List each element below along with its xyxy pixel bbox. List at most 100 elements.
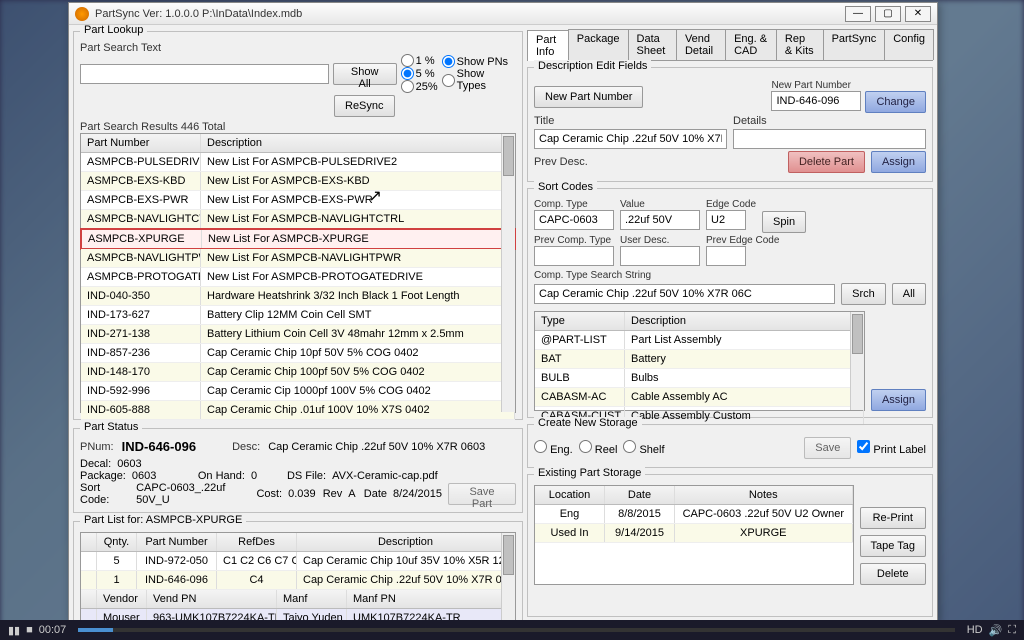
new-part-number-button[interactable]: New Part Number xyxy=(534,86,643,108)
create-storage-group: Create New Storage Eng. Reel Shelf Save … xyxy=(527,424,933,468)
storage-row[interactable]: Used In9/14/2015XPURGE xyxy=(535,524,853,543)
partlist-grid[interactable]: Qnty. Part Number RefDes Description 5IN… xyxy=(80,532,516,621)
show-types-radio[interactable] xyxy=(442,74,455,87)
type-grid[interactable]: Type Description @PART-LISTPart List Ass… xyxy=(534,311,865,411)
quality-badge[interactable]: HD xyxy=(967,624,983,636)
search-label: Part Search Text xyxy=(80,42,516,54)
storage-grid[interactable]: Location Date Notes Eng8/8/2015CAPC-0603… xyxy=(534,485,854,585)
show-all-button[interactable]: Show All xyxy=(333,63,397,85)
col-description[interactable]: Description xyxy=(201,134,515,152)
results-row[interactable]: ASMPCB-NAVLIGHTPWRNew List For ASMPCB-NA… xyxy=(81,249,515,268)
tab-partsync[interactable]: PartSync xyxy=(823,29,886,60)
desc-value: Cap Ceramic Chip .22uf 50V 10% X7R 0603 xyxy=(268,441,485,453)
eng-radio[interactable] xyxy=(534,440,547,453)
results-row[interactable]: ASMPCB-NAVLIGHTCTRLNew List For ASMPCB-N… xyxy=(81,210,515,229)
tab-rep-kits[interactable]: Rep & Kits xyxy=(776,29,824,60)
assign-button[interactable]: Assign xyxy=(871,151,926,173)
storage-row[interactable]: Eng8/8/2015CAPC-0603 .22uf 50V U2 Owner xyxy=(535,505,853,524)
reel-radio[interactable] xyxy=(579,440,592,453)
window-title: PartSync Ver: 1.0.0.0 P:\InData\Index.md… xyxy=(95,8,841,20)
video-progress[interactable] xyxy=(78,628,954,632)
tab-package[interactable]: Package xyxy=(568,29,629,60)
save-part-button[interactable]: Save Part xyxy=(448,483,516,505)
partlist-row[interactable]: 5IND-972-050C1 C2 C6 C7 C8Cap Ceramic Ch… xyxy=(81,552,515,571)
resync-button[interactable]: ReSync xyxy=(334,95,395,117)
srch-button[interactable]: Srch xyxy=(841,283,886,305)
results-row[interactable]: ASMPCB-EXS-PWRNew List For ASMPCB-EXS-PW… xyxy=(81,191,515,210)
type-scrollbar[interactable] xyxy=(850,312,864,410)
newpn-input[interactable] xyxy=(771,91,861,111)
col-type[interactable]: Type xyxy=(535,312,625,330)
results-row[interactable]: IND-857-236Cap Ceramic Chip 10pf 50V 5% … xyxy=(81,344,515,363)
tab-data-sheet[interactable]: Data Sheet xyxy=(628,29,677,60)
delete-part-button[interactable]: Delete Part xyxy=(788,151,865,173)
spin-button[interactable]: Spin xyxy=(762,211,806,233)
play-icon[interactable]: ▮▮ xyxy=(8,624,20,637)
tab-eng-cad[interactable]: Eng. & CAD xyxy=(725,29,777,60)
close-button[interactable]: ✕ xyxy=(905,6,931,22)
tab-vend-detail[interactable]: Vend Detail xyxy=(676,29,726,60)
type-row[interactable]: CABASM-ACCable Assembly AC xyxy=(535,388,864,407)
value-input[interactable] xyxy=(620,210,700,230)
type-row[interactable]: BULBBulbs xyxy=(535,369,864,388)
prevedge-input[interactable] xyxy=(706,246,746,266)
results-row[interactable]: IND-040-350Hardware Heatshrink 3/32 Inch… xyxy=(81,287,515,306)
search-input[interactable] xyxy=(80,64,329,84)
tapetag-button[interactable]: Tape Tag xyxy=(860,535,926,557)
col-location[interactable]: Location xyxy=(535,486,605,504)
col-part-number[interactable]: Part Number xyxy=(81,134,201,152)
part-status-title: Part Status xyxy=(80,421,142,433)
userdesc-input[interactable] xyxy=(620,246,700,266)
comp-type-input[interactable] xyxy=(534,210,614,230)
minimize-button[interactable]: — xyxy=(845,6,871,22)
prevcomp-input[interactable] xyxy=(534,246,614,266)
comp-search-input[interactable] xyxy=(534,284,835,304)
results-row[interactable]: IND-605-888Cap Ceramic Chip .01uf 100V 1… xyxy=(81,401,515,420)
reprint-button[interactable]: Re-Print xyxy=(860,507,926,529)
col-notes[interactable]: Notes xyxy=(675,486,853,504)
show-pns-radio[interactable] xyxy=(442,55,455,68)
results-row[interactable]: ASMPCB-EXS-KBDNew List For ASMPCB-EXS-KB… xyxy=(81,172,515,191)
col-pn[interactable]: Part Number xyxy=(137,533,217,551)
edge-input[interactable] xyxy=(706,210,746,230)
results-row[interactable]: IND-148-170Cap Ceramic Chip 100pf 50V 5%… xyxy=(81,363,515,382)
results-row[interactable]: ASMPCB-PROTOGATEDRIVNew List For ASMPCB-… xyxy=(81,268,515,287)
col-type-desc[interactable]: Description xyxy=(625,312,864,330)
shelf-radio[interactable] xyxy=(623,440,636,453)
pct-5-radio[interactable] xyxy=(401,67,414,80)
col-refdes[interactable]: RefDes xyxy=(217,533,297,551)
col-date[interactable]: Date xyxy=(605,486,675,504)
volume-icon[interactable]: 🔊 xyxy=(989,624,1003,637)
tab-part-info[interactable]: Part Info xyxy=(527,30,569,61)
results-row[interactable]: ASMPCB-XPURGENew List For ASMPCB-XPURGE xyxy=(80,228,516,250)
stop-icon[interactable]: ■ xyxy=(26,624,33,636)
pct-1-radio[interactable] xyxy=(401,54,414,67)
partlist-row[interactable]: 1IND-646-096C4Cap Ceramic Chip .22uf 50V… xyxy=(81,571,515,590)
pct-25-radio[interactable] xyxy=(401,80,414,93)
change-button[interactable]: Change xyxy=(865,91,926,113)
results-scrollbar[interactable] xyxy=(501,134,515,412)
type-row[interactable]: @PART-LISTPart List Assembly xyxy=(535,331,864,350)
print-label-checkbox[interactable] xyxy=(857,440,870,453)
delete-storage-button[interactable]: Delete xyxy=(860,563,926,585)
maximize-button[interactable]: ▢ xyxy=(875,6,901,22)
results-grid[interactable]: Part Number Description ASMPCB-PULSEDRIV… xyxy=(80,133,516,413)
save-storage-button[interactable]: Save xyxy=(804,437,851,459)
assign-type-button[interactable]: Assign xyxy=(871,389,926,411)
type-row[interactable]: BATBattery xyxy=(535,350,864,369)
partlist-scrollbar[interactable] xyxy=(501,533,515,621)
results-row[interactable]: IND-271-138Battery Lithium Coin Cell 3V … xyxy=(81,325,515,344)
fullscreen-icon[interactable]: ⛶ xyxy=(1008,624,1016,637)
results-row[interactable]: IND-173-627Battery Clip 12MM Coin Cell S… xyxy=(81,306,515,325)
col-desc2[interactable]: Description xyxy=(297,533,515,551)
newpn-label: New Part Number xyxy=(771,80,926,91)
results-row[interactable]: ASMPCB-PULSEDRIVE2New List For ASMPCB-PU… xyxy=(81,153,515,172)
all-button[interactable]: All xyxy=(892,283,926,305)
tab-config[interactable]: Config xyxy=(884,29,934,60)
title-input[interactable] xyxy=(534,129,727,149)
create-storage-title: Create New Storage xyxy=(534,417,642,429)
details-input[interactable] xyxy=(733,129,926,149)
results-row[interactable]: IND-592-996Cap Ceramic Cip 1000pf 100V 5… xyxy=(81,382,515,401)
col-qty[interactable]: Qnty. xyxy=(97,533,137,551)
existing-storage-group: Existing Part Storage Location Date Note… xyxy=(527,474,933,617)
